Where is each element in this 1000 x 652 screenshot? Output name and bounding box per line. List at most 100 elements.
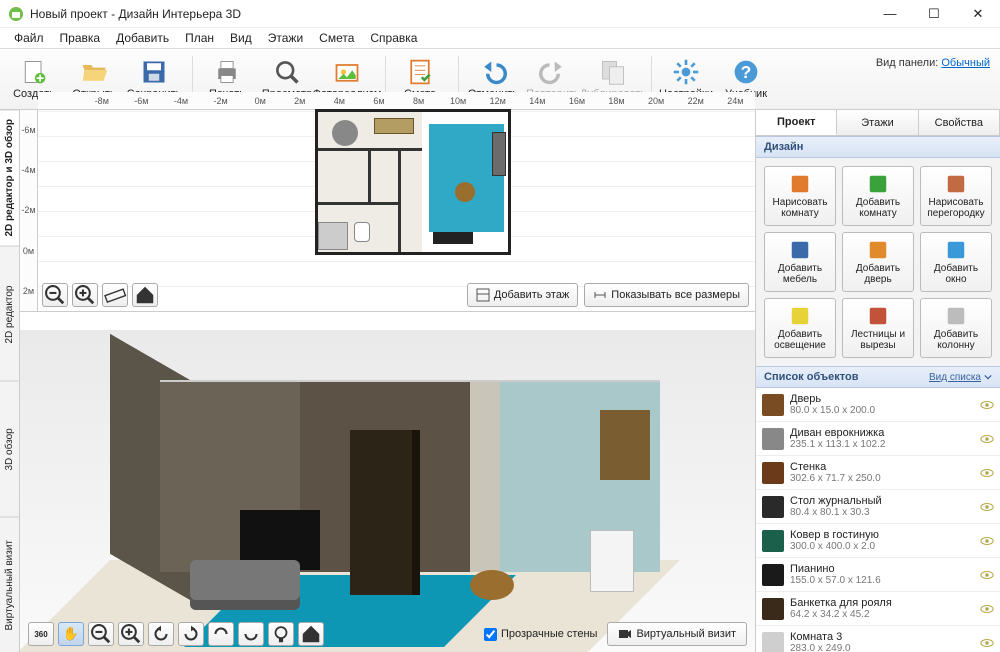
panel-mode-label: Вид панели: xyxy=(876,57,938,69)
title-bar: Новый проект - Дизайн Интерьера 3D — ☐ ✕ xyxy=(0,0,1000,28)
photoreal-icon xyxy=(332,58,362,86)
virtual-visit-button[interactable]: Виртуальный визит xyxy=(607,622,747,646)
visibility-toggle-icon[interactable] xyxy=(980,432,994,446)
design-tool-4[interactable]: Добавитьдверь xyxy=(842,232,914,292)
window-title: Новый проект - Дизайн Интерьера 3D xyxy=(30,7,868,21)
design-tool-6[interactable]: Добавитьосвещение xyxy=(764,298,836,358)
3d-view-pane[interactable]: 360 ✋ Прозрачные стены Виртуальный в xyxy=(20,330,755,652)
center-area: -6м-4м-2м0м2м -8м-6м-4м-2м0м2м4м6м8м10м1… xyxy=(20,110,756,652)
object-item-7[interactable]: Комната 3283.0 x 249.0 xyxy=(756,626,1000,652)
zoom-in-3d-button[interactable] xyxy=(118,622,144,646)
object-item-0[interactable]: Дверь80.0 x 15.0 x 200.0 xyxy=(756,388,1000,422)
light-icon[interactable] xyxy=(268,622,294,646)
visibility-toggle-icon[interactable] xyxy=(980,398,994,412)
menu-5[interactable]: Этажи xyxy=(260,29,311,47)
2d-editor-pane: -6м-4м-2м0м2м -8м-6м-4м-2м0м2м4м6м8м10м1… xyxy=(20,110,755,312)
home-3d-icon[interactable] xyxy=(298,622,324,646)
home-icon[interactable] xyxy=(132,283,158,307)
design-tool-2[interactable]: Нарисоватьперегородку xyxy=(920,166,992,226)
tilt-up-icon[interactable] xyxy=(208,622,234,646)
side-tab-0[interactable]: 2D редактор и 3D обзор xyxy=(0,110,19,246)
object-item-2[interactable]: Стенка302.6 x 71.7 x 250.0 xyxy=(756,456,1000,490)
zoom-out-3d-button[interactable] xyxy=(88,622,114,646)
object-item-1[interactable]: Диван еврокнижка235.1 x 113.1 x 102.2 xyxy=(756,422,1000,456)
right-tab-1[interactable]: Этажи xyxy=(837,110,918,135)
side-tab-2[interactable]: 3D обзор xyxy=(0,381,19,517)
visibility-toggle-icon[interactable] xyxy=(980,568,994,582)
menu-0[interactable]: Файл xyxy=(6,29,52,47)
right-tab-0[interactable]: Проект xyxy=(756,110,837,135)
pan-icon[interactable]: ✋ xyxy=(58,622,84,646)
show-dimensions-button[interactable]: Показывать все размеры xyxy=(584,283,749,307)
svg-text:?: ? xyxy=(741,62,752,82)
plan-canvas[interactable]: -8м-6м-4м-2м0м2м4м6м8м10м12м14м16м18м20м… xyxy=(38,110,755,311)
right-tab-2[interactable]: Свойства xyxy=(919,110,1000,135)
zoom-in-button[interactable] xyxy=(72,283,98,307)
settings-icon xyxy=(671,58,701,86)
transparent-walls-checkbox[interactable]: Прозрачные стены xyxy=(484,628,597,641)
redo-icon xyxy=(538,58,568,86)
design-tool-8[interactable]: Добавитьколонну xyxy=(920,298,992,358)
menu-2[interactable]: Добавить xyxy=(108,29,177,47)
side-tab-1[interactable]: 2D редактор xyxy=(0,246,19,382)
tilt-down-icon[interactable] xyxy=(238,622,264,646)
orbit-icon[interactable]: 360 xyxy=(28,622,54,646)
object-item-3[interactable]: Стол журнальный80.4 x 80.1 x 30.3 xyxy=(756,490,1000,524)
visibility-toggle-icon[interactable] xyxy=(980,636,994,650)
object-thumb-icon xyxy=(762,564,784,586)
workspace: 2D редактор и 3D обзор2D редактор3D обзо… xyxy=(0,110,1000,652)
3d-scene xyxy=(100,360,690,640)
visibility-toggle-icon[interactable] xyxy=(980,500,994,514)
menu-1[interactable]: Правка xyxy=(52,29,109,47)
design-tool-3[interactable]: Добавитьмебель xyxy=(764,232,836,292)
object-thumb-icon xyxy=(762,428,784,450)
rotate-right-icon[interactable] xyxy=(178,622,204,646)
objects-section-header: Список объектов Вид списка xyxy=(756,366,1000,388)
design-tool-5[interactable]: Добавитьокно xyxy=(920,232,992,292)
3d-toolbar: 360 ✋ xyxy=(28,622,324,646)
app-icon xyxy=(8,6,24,22)
object-list: Дверь80.0 x 15.0 x 200.0Диван еврокнижка… xyxy=(756,388,1000,652)
object-item-5[interactable]: Пианино155.0 x 57.0 x 121.6 xyxy=(756,558,1000,592)
floor-plan[interactable] xyxy=(318,112,508,252)
maximize-button[interactable]: ☐ xyxy=(912,0,956,28)
menu-bar: ФайлПравкаДобавитьПланВидЭтажиСметаСправ… xyxy=(0,28,1000,48)
print-icon xyxy=(212,58,242,86)
ruler-vertical: -6м-4м-2м0м2м xyxy=(20,110,38,311)
close-button[interactable]: ✕ xyxy=(956,0,1000,28)
menu-6[interactable]: Смета xyxy=(311,29,362,47)
duplicate-icon xyxy=(598,58,628,86)
object-item-6[interactable]: Банкетка для рояля64.2 x 34.2 x 45.2 xyxy=(756,592,1000,626)
side-tabs: 2D редактор и 3D обзор2D редактор3D обзо… xyxy=(0,110,20,652)
object-item-4[interactable]: Ковер в гостиную300.0 x 400.0 x 2.0 xyxy=(756,524,1000,558)
new-icon xyxy=(19,58,49,86)
panel-mode: Вид панели: Обычный xyxy=(876,57,990,69)
panel-mode-link[interactable]: Обычный xyxy=(941,57,990,69)
object-thumb-icon xyxy=(762,598,784,620)
2d-mini-toolbar xyxy=(42,283,158,307)
ruler-horizontal: -8м-6м-4м-2м0м2м4м6м8м10м12м14м16м18м20м… xyxy=(38,92,755,110)
open-icon xyxy=(79,58,109,86)
visibility-toggle-icon[interactable] xyxy=(980,602,994,616)
menu-3[interactable]: План xyxy=(177,29,222,47)
menu-7[interactable]: Справка xyxy=(362,29,425,47)
design-tool-7[interactable]: Лестницы ивырезы xyxy=(842,298,914,358)
ruler-icon[interactable] xyxy=(102,283,128,307)
visibility-toggle-icon[interactable] xyxy=(980,466,994,480)
design-tool-0[interactable]: Нарисоватькомнату xyxy=(764,166,836,226)
view-list-link[interactable]: Вид списка xyxy=(929,372,992,383)
zoom-out-button[interactable] xyxy=(42,283,68,307)
side-tab-3[interactable]: Виртуальный визит xyxy=(0,517,19,652)
design-tool-1[interactable]: Добавитькомнату xyxy=(842,166,914,226)
add-floor-button[interactable]: Добавить этаж xyxy=(467,283,578,307)
object-thumb-icon xyxy=(762,462,784,484)
minimize-button[interactable]: — xyxy=(868,0,912,28)
visibility-toggle-icon[interactable] xyxy=(980,534,994,548)
undo-icon xyxy=(478,58,508,86)
object-thumb-icon xyxy=(762,632,784,652)
rotate-left-icon[interactable] xyxy=(148,622,174,646)
object-thumb-icon xyxy=(762,394,784,416)
preview-icon xyxy=(272,58,302,86)
plan-action-buttons: Добавить этаж Показывать все размеры xyxy=(467,283,749,307)
menu-4[interactable]: Вид xyxy=(222,29,260,47)
